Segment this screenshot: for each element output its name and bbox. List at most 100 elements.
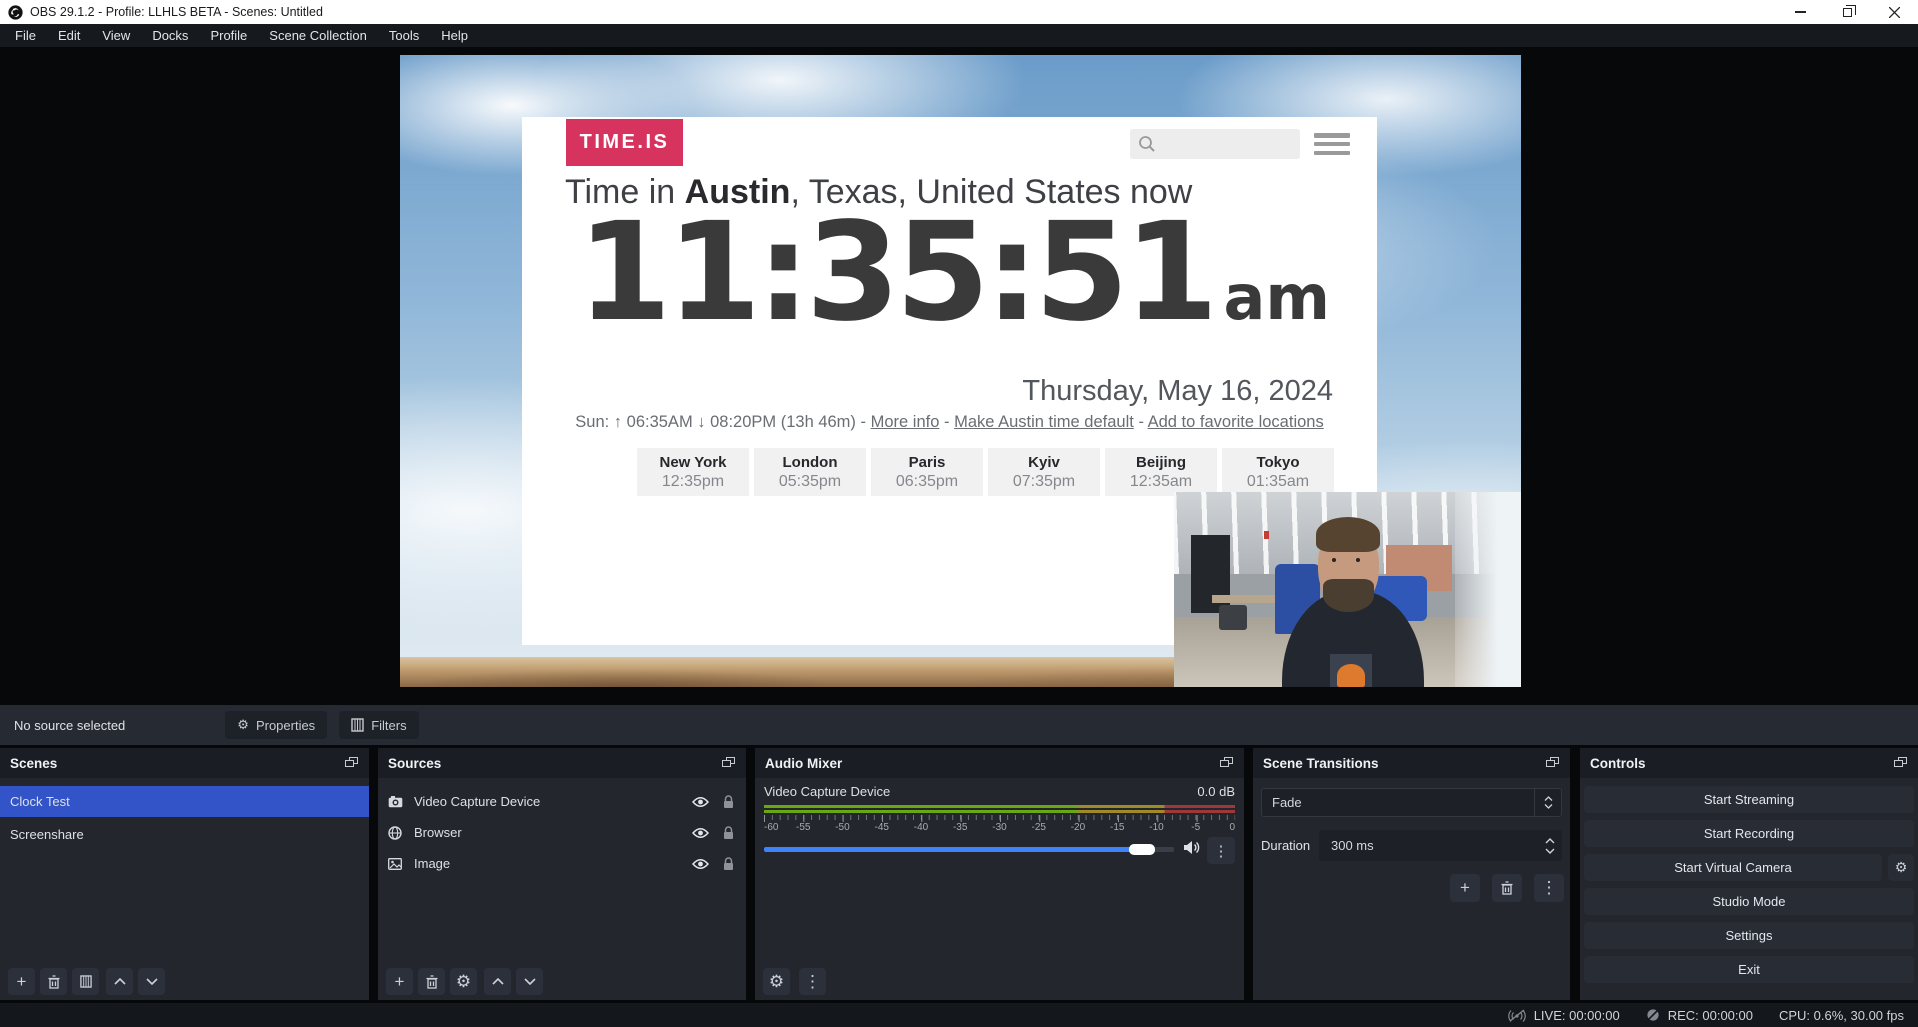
scene-transitions-panel: Scene Transitions Fade Duration 300 ms +… (1253, 748, 1570, 1000)
add-scene-button[interactable]: + (8, 968, 35, 995)
cpu-fps-status: CPU: 0.6%, 30.00 fps (1779, 1008, 1904, 1023)
lock-icon (723, 826, 734, 840)
select-spinner[interactable] (1534, 789, 1561, 816)
chevron-down-icon (524, 978, 536, 985)
chevron-up-icon (114, 978, 126, 985)
start-virtual-camera-button[interactable]: Start Virtual Camera (1584, 854, 1882, 881)
lock-icon (723, 857, 734, 871)
settings-button[interactable]: Settings (1584, 922, 1914, 949)
transition-options-button[interactable]: ⋮ (1534, 874, 1564, 902)
remove-scene-button[interactable] (40, 968, 67, 995)
menu-profile[interactable]: Profile (199, 24, 258, 47)
record-disc-icon (1646, 1008, 1660, 1022)
move-scene-up-button[interactable] (106, 968, 133, 995)
filters-button[interactable]: Filters (339, 711, 418, 739)
minimize-icon (1795, 11, 1806, 13)
duration-label: Duration (1261, 838, 1310, 853)
window-controls (1777, 0, 1918, 24)
webcam-overlay (1174, 492, 1521, 687)
move-source-down-button[interactable] (516, 968, 543, 995)
mixer-channel: Video Capture Device 0.0 dB (764, 784, 1235, 799)
move-source-up-button[interactable] (484, 968, 511, 995)
move-scene-down-button[interactable] (138, 968, 165, 995)
transitions-header[interactable]: Scene Transitions (1253, 748, 1570, 778)
popout-icon[interactable] (345, 757, 359, 769)
status-bar: LIVE: 00:00:00 REC: 00:00:00 CPU: 0.6%, … (0, 1003, 1918, 1027)
properties-button[interactable]: ⚙ Properties (225, 711, 327, 739)
duration-spinbox[interactable]: 300 ms (1319, 830, 1562, 861)
person-beard (1323, 579, 1373, 612)
context-bar: No source selected ⚙ Properties Filters (0, 705, 1918, 745)
preview-area: TIME.IS Time in Austin, Texas, United St… (0, 47, 1918, 705)
popout-icon[interactable] (722, 757, 736, 769)
close-button[interactable] (1871, 0, 1918, 24)
exit-sign (1264, 531, 1269, 539)
volume-slider[interactable] (764, 843, 1174, 855)
start-streaming-button[interactable]: Start Streaming (1584, 786, 1914, 813)
scene-filters-button[interactable] (72, 968, 99, 995)
clock-digits: 11:35:51 (577, 194, 1214, 352)
minimize-button[interactable] (1777, 0, 1824, 24)
channel-name: Video Capture Device (764, 784, 890, 799)
mixer-options-button[interactable]: ⋮ (1207, 837, 1235, 864)
scene-item-clock-test[interactable]: Clock Test (0, 786, 369, 817)
slider-track (764, 847, 1174, 852)
timeis-logo: TIME.IS (566, 119, 683, 166)
advanced-audio-button[interactable]: ⚙ (763, 968, 790, 995)
city-tile: Paris06:35pm (871, 448, 983, 496)
dots-vertical-icon: ⋮ (1541, 878, 1558, 898)
menu-tools[interactable]: Tools (378, 24, 430, 47)
menu-file[interactable]: File (4, 24, 47, 47)
office-chair (1219, 605, 1247, 630)
duration-spinner[interactable] (1538, 838, 1562, 854)
studio-mode-button[interactable]: Studio Mode (1584, 888, 1914, 915)
obs-window: OBS 29.1.2 - Profile: LLHLS BETA - Scene… (0, 0, 1918, 1027)
plus-icon: + (17, 972, 27, 992)
camera-icon (388, 796, 403, 808)
remove-source-button[interactable] (418, 968, 445, 995)
no-source-message: No source selected (14, 718, 125, 733)
controls-header[interactable]: Controls (1580, 748, 1918, 778)
sun-info-line: Sun: ↑ 06:35AM ↓ 08:20PM (13h 46m) - Mor… (522, 413, 1377, 432)
menu-scene-collection[interactable]: Scene Collection (258, 24, 378, 47)
chevron-up-icon (1544, 796, 1553, 801)
popout-icon[interactable] (1220, 757, 1234, 769)
audio-menu-button[interactable]: ⋮ (799, 968, 826, 995)
menu-view[interactable]: View (91, 24, 141, 47)
duration-value: 300 ms (1319, 838, 1538, 853)
add-transition-button[interactable]: + (1450, 874, 1480, 902)
more-info-link: More info (871, 413, 940, 431)
source-properties-button[interactable]: ⚙ (450, 968, 477, 995)
trash-icon (426, 975, 438, 989)
start-recording-button[interactable]: Start Recording (1584, 820, 1914, 847)
exit-button[interactable]: Exit (1584, 956, 1914, 983)
scenes-header[interactable]: Scenes (0, 748, 369, 778)
program-preview[interactable]: TIME.IS Time in Austin, Texas, United St… (400, 55, 1521, 687)
filters-icon (80, 975, 92, 988)
volume-meter (764, 805, 1235, 813)
virtual-camera-config-button[interactable]: ⚙ (1888, 854, 1914, 881)
menu-edit[interactable]: Edit (47, 24, 91, 47)
transition-select[interactable]: Fade (1261, 788, 1562, 817)
menu-help[interactable]: Help (430, 24, 479, 47)
popout-icon[interactable] (1546, 757, 1560, 769)
source-item-video-capture[interactable]: Video Capture Device (378, 786, 746, 817)
restore-button[interactable] (1824, 0, 1871, 24)
menu-docks[interactable]: Docks (141, 24, 199, 47)
source-item-image[interactable]: Image (378, 848, 746, 879)
search-input (1130, 129, 1300, 159)
scene-item-screenshare[interactable]: Screenshare (0, 819, 369, 850)
transition-value: Fade (1262, 795, 1534, 810)
slider-handle[interactable] (1129, 844, 1155, 855)
popout-icon[interactable] (1894, 757, 1908, 769)
close-icon (1889, 7, 1900, 18)
visibility-eye-icon (692, 858, 709, 870)
audio-mixer-header[interactable]: Audio Mixer (755, 748, 1244, 778)
speaker-icon[interactable] (1183, 840, 1200, 855)
add-source-button[interactable]: + (386, 968, 413, 995)
remove-transition-button[interactable] (1492, 874, 1522, 902)
source-item-browser[interactable]: Browser (378, 817, 746, 848)
chevron-down-icon (1544, 804, 1553, 809)
city-tile: London05:35pm (754, 448, 866, 496)
sources-header[interactable]: Sources (378, 748, 746, 778)
